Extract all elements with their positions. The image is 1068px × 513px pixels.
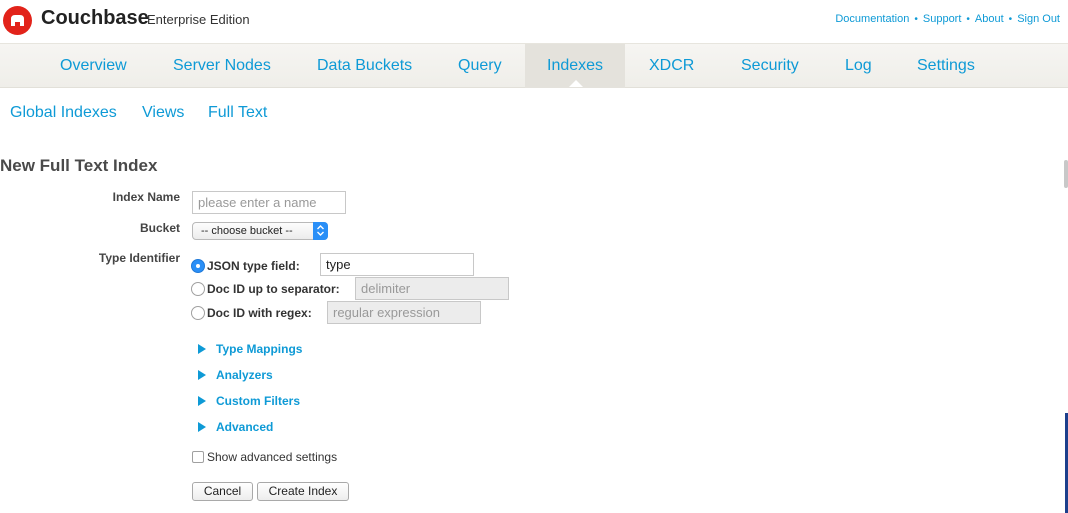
tab-query[interactable]: Query [458,44,502,88]
expand-triangle-icon [198,370,206,380]
main-nav: Overview Server Nodes Data Buckets Query… [0,43,1068,88]
subnav-global-indexes[interactable]: Global Indexes [10,104,117,122]
doc-id-regex-label: Doc ID with regex: [207,306,312,320]
index-name-label: Index Name [112,190,180,204]
link-separator: • [966,13,970,25]
type-identifier-label: Type Identifier [98,251,180,265]
show-advanced-label[interactable]: Show advanced settings [207,450,337,464]
link-separator: • [914,13,918,25]
bucket-select-value: -- choose bucket -- [201,225,293,237]
radio-doc-id-regex[interactable] [191,306,205,320]
custom-filters-label: Custom Filters [216,394,301,408]
expand-triangle-icon [198,396,206,406]
subnav-full-text[interactable]: Full Text [208,104,267,122]
tab-xdcr[interactable]: XDCR [649,44,694,88]
doc-id-separator-label: Doc ID up to separator: [207,282,340,296]
brand-name[interactable]: Couchbase [41,7,149,30]
top-links: Documentation • Support • About • Sign O… [835,13,1060,25]
type-mappings-label: Type Mappings [216,342,303,356]
cancel-button[interactable]: Cancel [192,482,253,501]
tab-server-nodes[interactable]: Server Nodes [173,44,271,88]
bucket-label: Bucket [139,221,180,235]
top-bar: Couchbase Enterprise Edition Documentati… [0,0,1068,42]
advanced-expander[interactable]: Advanced [198,420,273,434]
select-stepper-icon [313,222,328,240]
regex-input[interactable] [327,301,481,324]
radio-doc-id-separator[interactable] [191,282,205,296]
analyzers-label: Analyzers [216,368,273,382]
documentation-link[interactable]: Documentation [835,13,909,25]
analyzers-expander[interactable]: Analyzers [198,368,273,382]
active-tab-caret [569,80,583,87]
edition-label: Enterprise Edition [147,12,250,27]
couchbase-logo-icon[interactable] [3,6,32,35]
tab-security[interactable]: Security [741,44,799,88]
tab-log[interactable]: Log [845,44,872,88]
tab-data-buckets[interactable]: Data Buckets [317,44,412,88]
bucket-select[interactable]: -- choose bucket -- [192,222,328,240]
subnav-views[interactable]: Views [142,104,184,122]
custom-filters-expander[interactable]: Custom Filters [198,394,300,408]
create-index-button[interactable]: Create Index [257,482,349,501]
support-link[interactable]: Support [923,13,962,25]
radio-json-type-field[interactable] [191,259,205,273]
tab-settings[interactable]: Settings [917,44,975,88]
expand-triangle-icon [198,422,206,432]
scrollbar[interactable] [1064,160,1068,188]
delimiter-input[interactable] [355,277,509,300]
show-advanced-checkbox[interactable] [192,451,204,463]
json-type-field-label: JSON type field: [207,259,300,273]
sign-out-link[interactable]: Sign Out [1017,13,1060,25]
advanced-label: Advanced [216,420,274,434]
json-type-field-input[interactable] [320,253,474,276]
type-mappings-expander[interactable]: Type Mappings [198,342,302,356]
index-name-input[interactable] [192,191,346,214]
link-separator: • [1008,13,1013,25]
about-link[interactable]: About [975,13,1004,25]
page-title: New Full Text Index [0,156,158,175]
tab-overview[interactable]: Overview [60,44,127,88]
expand-triangle-icon [198,344,206,354]
